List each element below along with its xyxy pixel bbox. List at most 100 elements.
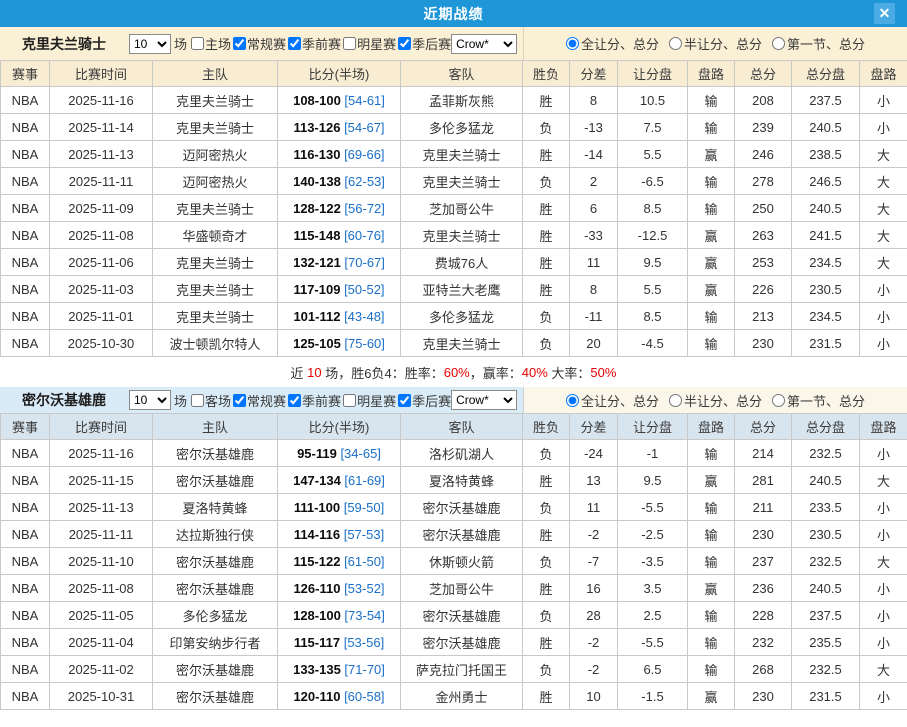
date-cell: 2025-11-11 bbox=[50, 168, 153, 195]
filter-checkbox[interactable]: 常规赛 bbox=[231, 34, 286, 53]
checkbox-input[interactable] bbox=[398, 394, 411, 407]
filter-checkbox[interactable]: 季前赛 bbox=[286, 391, 341, 410]
column-header: 让分盘 bbox=[618, 414, 688, 440]
radio-input[interactable] bbox=[669, 37, 682, 50]
radio-input[interactable] bbox=[566, 37, 579, 50]
game-row: NBA2025-11-10密尔沃基雄鹿115-122 [61-50]休斯顿火箭负… bbox=[1, 548, 907, 575]
final-score: 115-148 bbox=[293, 228, 340, 243]
handicap-line-cell: 9.5 bbox=[618, 249, 688, 276]
radio-input[interactable] bbox=[669, 394, 682, 407]
filter-checkbox[interactable]: 常规赛 bbox=[231, 391, 286, 410]
over-under-cell: 大 bbox=[860, 656, 907, 683]
filter-checkbox[interactable]: 主场 bbox=[189, 34, 231, 53]
game-row: NBA2025-11-05多伦多猛龙128-100 [73-54]密尔沃基雄鹿负… bbox=[1, 602, 907, 629]
checkbox-input[interactable] bbox=[233, 394, 246, 407]
total-points-cell: 230 bbox=[735, 683, 792, 710]
close-icon[interactable]: ✕ bbox=[874, 3, 895, 24]
filter-checkbox[interactable]: 季后赛 bbox=[396, 34, 451, 53]
summary-stat-value: 40% bbox=[522, 365, 548, 380]
total-points-cell: 246 bbox=[735, 141, 792, 168]
result-cell: 负 bbox=[523, 168, 570, 195]
games-count-select[interactable]: 10 bbox=[129, 34, 171, 54]
table-header-row: 赛事比赛时间主队比分(半场)客队胜负分差让分盘盘路总分总分盘盘路 bbox=[1, 414, 907, 440]
summary-text: 场，胜6负4：胜率： bbox=[322, 363, 444, 382]
league-cell: NBA bbox=[1, 683, 50, 710]
point-diff-cell: -2 bbox=[570, 629, 618, 656]
total-line-cell: 231.5 bbox=[792, 330, 860, 357]
point-diff-cell: 11 bbox=[570, 249, 618, 276]
checkbox-input[interactable] bbox=[233, 37, 246, 50]
odds-type-select[interactable]: Crow* bbox=[451, 34, 517, 54]
column-header: 比分(半场) bbox=[278, 61, 401, 87]
column-header: 盘路 bbox=[688, 61, 735, 87]
cavaliers-filter-bar: 克里夫兰骑士 10 场 主场常规赛季前赛明星赛季后赛 Crow* 全让分、总分半… bbox=[0, 27, 907, 60]
radio-input[interactable] bbox=[772, 37, 785, 50]
league-cell: NBA bbox=[1, 222, 50, 249]
games-count-select[interactable]: 10 bbox=[129, 390, 171, 410]
score-cell: 115-148 [60-76] bbox=[278, 222, 401, 249]
away-team-cell: 密尔沃基雄鹿 bbox=[401, 494, 523, 521]
score-cell: 125-105 [75-60] bbox=[278, 330, 401, 357]
checkbox-input[interactable] bbox=[191, 37, 204, 50]
checkbox-input[interactable] bbox=[288, 394, 301, 407]
date-cell: 2025-11-02 bbox=[50, 656, 153, 683]
odds-type-select[interactable]: Crow* bbox=[451, 390, 517, 410]
home-team-cell: 克里夫兰骑士 bbox=[153, 87, 278, 114]
home-team-cell: 密尔沃基雄鹿 bbox=[153, 467, 278, 494]
column-header: 总分 bbox=[735, 414, 792, 440]
scope-radio[interactable]: 半让分、总分 bbox=[669, 34, 762, 53]
score-cell: 132-121 [70-67] bbox=[278, 249, 401, 276]
filter-checkbox[interactable]: 季前赛 bbox=[286, 34, 341, 53]
over-under-cell: 大 bbox=[860, 195, 907, 222]
checkbox-input[interactable] bbox=[191, 394, 204, 407]
column-header: 比赛时间 bbox=[50, 414, 153, 440]
filter-checkbox[interactable]: 客场 bbox=[189, 391, 231, 410]
filter-checkbox[interactable]: 明星赛 bbox=[341, 391, 396, 410]
filter-checkbox[interactable]: 季后赛 bbox=[396, 391, 451, 410]
handicap-line-cell: -1 bbox=[618, 440, 688, 467]
home-team-cell: 迈阿密热火 bbox=[153, 168, 278, 195]
handicap-result-cell: 输 bbox=[688, 602, 735, 629]
over-under-cell: 小 bbox=[860, 683, 907, 710]
modal-title: 近期战绩 bbox=[424, 4, 484, 24]
checkbox-input[interactable] bbox=[343, 394, 356, 407]
column-header: 盘路 bbox=[688, 414, 735, 440]
final-score: 125-105 bbox=[293, 336, 341, 351]
league-cell: NBA bbox=[1, 656, 50, 683]
game-row: NBA2025-11-08密尔沃基雄鹿126-110 [53-52]芝加哥公牛胜… bbox=[1, 575, 907, 602]
bucks-games-table: 赛事比赛时间主队比分(半场)客队胜负分差让分盘盘路总分总分盘盘路 NBA2025… bbox=[0, 413, 907, 710]
home-team-cell: 密尔沃基雄鹿 bbox=[153, 683, 278, 710]
filter-checkbox[interactable]: 明星赛 bbox=[341, 34, 396, 53]
scope-radio[interactable]: 全让分、总分 bbox=[566, 391, 659, 410]
handicap-result-cell: 输 bbox=[688, 168, 735, 195]
result-cell: 负 bbox=[523, 303, 570, 330]
final-score: 108-100 bbox=[293, 93, 341, 108]
checkbox-input[interactable] bbox=[343, 37, 356, 50]
radio-input[interactable] bbox=[772, 394, 785, 407]
scope-radio[interactable]: 第一节、总分 bbox=[772, 34, 865, 53]
score-cell: 115-117 [53-56] bbox=[278, 629, 401, 656]
date-cell: 2025-11-05 bbox=[50, 602, 153, 629]
total-points-cell: 281 bbox=[735, 467, 792, 494]
halftime-score: [53-52] bbox=[340, 581, 384, 596]
total-line-cell: 230.5 bbox=[792, 521, 860, 548]
checkbox-input[interactable] bbox=[288, 37, 301, 50]
halftime-score: [60-76] bbox=[340, 228, 384, 243]
result-cell: 负 bbox=[523, 440, 570, 467]
scope-radio[interactable]: 半让分、总分 bbox=[669, 391, 762, 410]
score-cell: 115-122 [61-50] bbox=[278, 548, 401, 575]
result-cell: 负 bbox=[523, 494, 570, 521]
away-team-cell: 克里夫兰骑士 bbox=[401, 141, 523, 168]
result-cell: 胜 bbox=[523, 629, 570, 656]
final-score: 133-135 bbox=[293, 662, 341, 677]
scope-radio[interactable]: 全让分、总分 bbox=[566, 34, 659, 53]
checkbox-input[interactable] bbox=[398, 37, 411, 50]
radio-input[interactable] bbox=[566, 394, 579, 407]
halftime-score: [62-53] bbox=[341, 174, 385, 189]
total-line-cell: 241.5 bbox=[792, 222, 860, 249]
scope-radio[interactable]: 第一节、总分 bbox=[772, 391, 865, 410]
total-line-cell: 234.5 bbox=[792, 303, 860, 330]
date-cell: 2025-11-13 bbox=[50, 494, 153, 521]
league-cell: NBA bbox=[1, 303, 50, 330]
total-line-cell: 234.5 bbox=[792, 249, 860, 276]
